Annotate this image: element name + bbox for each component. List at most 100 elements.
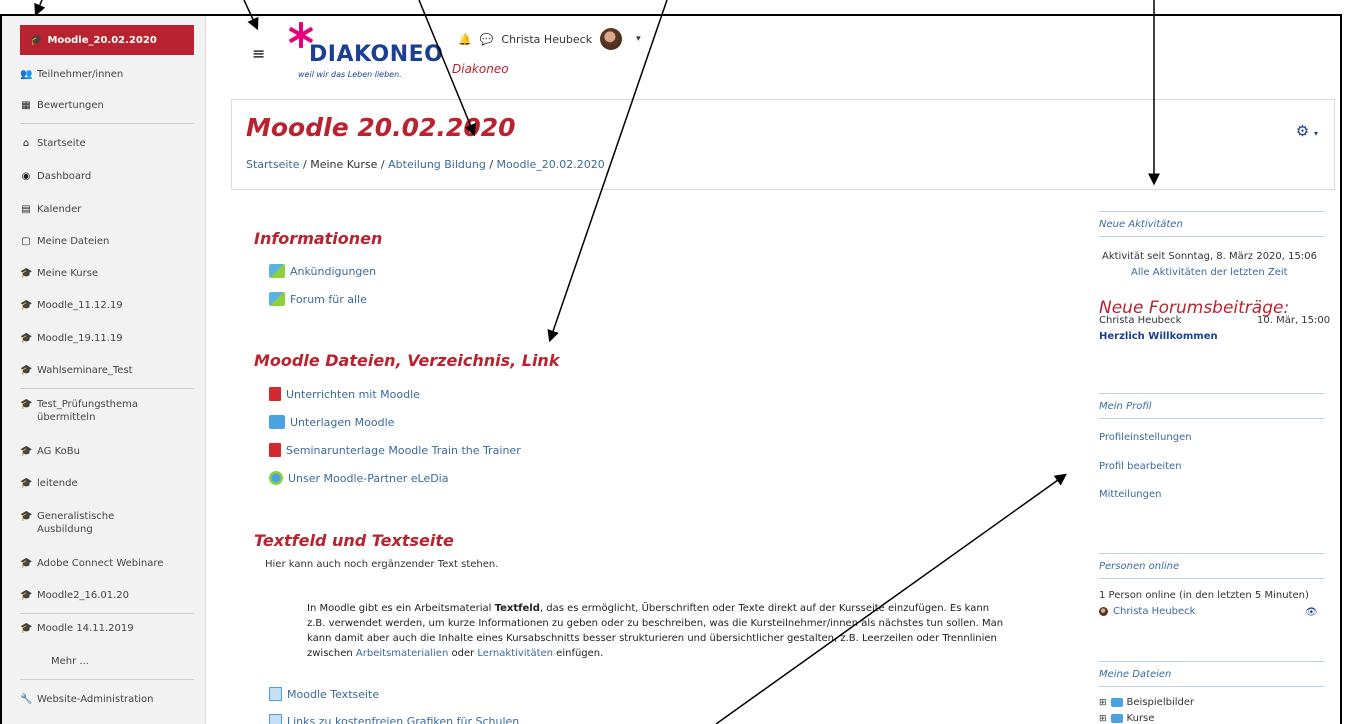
block-title: Mein Profil (1099, 401, 1152, 412)
edit-profile-link[interactable]: Profil bearbeiten (1099, 461, 1182, 472)
breadcrumb-link[interactable]: Startseite (246, 158, 300, 171)
recent-since: Aktivität seit Sonntag, 8. März 2020, 15… (1102, 251, 1317, 262)
activity-file[interactable]: Seminarunterlage Moodle Train the Traine… (269, 443, 521, 457)
tree-item-folder[interactable]: ⊞ Beispielbilder (1099, 697, 1194, 708)
sidebar-item-active-course[interactable]: 🎓 Moodle_20.02.2020 (20, 25, 194, 55)
block-divider (1099, 418, 1324, 419)
sidebar-item-home[interactable]: ⌂ Startseite (20, 137, 194, 150)
sidebar-item-course[interactable]: 🎓 leitende (20, 477, 194, 490)
tree-item-folder[interactable]: ⊞ Kurse (1099, 713, 1154, 724)
sidebar-item-course[interactable]: 🎓 Moodle 14.11.2019 (20, 622, 194, 635)
avatar (1099, 607, 1108, 616)
forum-icon (269, 292, 285, 306)
block-divider (1099, 211, 1324, 212)
graduation-cap-icon: 🎓 (30, 34, 43, 46)
home-icon: ⌂ (22, 138, 30, 149)
sidebar-item-course[interactable]: 🎓 Moodle_11.12.19 (20, 299, 194, 312)
hamburger-menu-icon[interactable]: ≡ (252, 44, 265, 63)
online-user-link[interactable]: Christa Heubeck (1099, 606, 1195, 617)
expand-plus-icon[interactable]: ⊞ (1099, 714, 1107, 724)
activity-url[interactable]: Unser Moodle-Partner eLeDia (269, 471, 448, 485)
sidebar-item-course[interactable]: 🎓 Adobe Connect Webinare (20, 557, 194, 570)
gear-icon[interactable]: ⚙ ▾ (1296, 122, 1318, 140)
graduation-cap-icon: 🎓 (20, 268, 33, 279)
sidebar-item-label: Moodle_20.02.2020 (47, 34, 157, 46)
online-summary: 1 Person online (in den letzten 5 Minute… (1099, 590, 1309, 601)
logo-tagline: weil wir das Leben lieben. (298, 70, 402, 79)
dashboard-icon: ◉ (21, 171, 31, 182)
activity-page[interactable]: Links zu kostenfreien Grafiken für Schul… (269, 714, 519, 724)
section-summary: Hier kann auch noch ergänzender Text ste… (265, 559, 499, 570)
chat-bubble-icon[interactable]: 💬 (480, 33, 494, 46)
sidebar-item-course[interactable]: 🎓 Test_Prüfungsthema übermitteln (20, 398, 170, 424)
graduation-cap-icon: 🎓 (20, 511, 33, 522)
folder-icon (1110, 698, 1123, 707)
breadcrumb-link[interactable]: Meine Kurse (310, 158, 377, 171)
user-menu[interactable]: 🔔 💬 Christa Heubeck ▾ (458, 28, 641, 50)
page-icon (269, 687, 282, 701)
section-title: Moodle Dateien, Verzeichnis, Link (254, 351, 560, 370)
sidebar-divider (20, 679, 194, 680)
activity-forum-all[interactable]: Forum für alle (269, 292, 367, 306)
post-title-link[interactable]: Herzlich Willkommen (1099, 331, 1218, 342)
breadcrumb-link[interactable]: Abteilung Bildung (388, 158, 486, 171)
expand-plus-icon[interactable]: ⊞ (1099, 698, 1107, 708)
eye-icon[interactable]: 👁 (1305, 607, 1318, 618)
block-divider (1099, 553, 1324, 554)
sidebar-item-course[interactable]: 🎓 Moodle_19.11.19 (20, 332, 194, 345)
sidebar-item-my-files[interactable]: ▢ Meine Dateien (20, 235, 194, 248)
pdf-icon (269, 443, 281, 457)
graduation-cap-icon: 🎓 (20, 590, 33, 601)
post-date: 10. Mär, 15:00 (1257, 315, 1331, 326)
sidebar-item-course[interactable]: 🎓 Moodle2_16.01.20 (20, 589, 194, 602)
bell-icon[interactable]: 🔔 (458, 33, 472, 46)
graduation-cap-icon: 🎓 (20, 446, 33, 457)
link-resources[interactable]: Arbeitsmaterialien (356, 648, 448, 659)
block-title: Personen online (1099, 561, 1180, 572)
block-divider (1099, 393, 1324, 394)
activity-file[interactable]: Unterrichten mit Moodle (269, 387, 420, 401)
sidebar-item-grades[interactable]: ▦ Bewertungen (20, 99, 194, 112)
sidebar-item-more[interactable]: Mehr ... (51, 655, 225, 668)
all-recent-link[interactable]: Alle Aktivitäten der letzten Zeit (1131, 267, 1288, 278)
graduation-cap-icon: 🎓 (20, 300, 33, 311)
pdf-icon (269, 387, 281, 401)
link-activities[interactable]: Lernaktivitäten (477, 648, 553, 659)
forum-icon (269, 264, 285, 278)
graduation-cap-icon: 🎓 (20, 399, 33, 410)
annotation-arrow (34, 0, 46, 17)
user-name: Christa Heubeck (501, 32, 593, 46)
section-title: Informationen (254, 229, 383, 248)
page-header: Moodle 20.02.2020 Startseite / Meine Kur… (231, 99, 1335, 190)
sidebar-item-my-courses[interactable]: 🎓 Meine Kurse (20, 267, 194, 280)
messages-link[interactable]: Mitteilungen (1099, 489, 1161, 500)
block-divider (1099, 578, 1324, 579)
activity-forum-announcements[interactable]: Ankündigungen (269, 264, 376, 278)
profile-settings-link[interactable]: Profileinstellungen (1099, 432, 1192, 443)
block-divider (1099, 686, 1324, 687)
sidebar-item-course[interactable]: 🎓 Generalistische Ausbildung (20, 510, 150, 536)
sidebar-item-dashboard[interactable]: ◉ Dashboard (20, 170, 194, 183)
graduation-cap-icon: 🎓 (20, 623, 33, 634)
block-divider (1099, 661, 1324, 662)
sidebar-item-participants[interactable]: 👥 Teilnehmer/innen (20, 68, 194, 81)
sidebar-divider (20, 388, 194, 389)
users-icon: 👥 (20, 69, 33, 80)
sidebar-item-calendar[interactable]: ▤ Kalender (20, 203, 194, 216)
folder-icon (269, 415, 285, 429)
table-icon: ▦ (21, 100, 31, 111)
breadcrumb-link[interactable]: Moodle_20.02.2020 (497, 158, 605, 171)
activity-folder[interactable]: Unterlagen Moodle (269, 415, 394, 429)
block-divider (1099, 236, 1324, 237)
activity-page[interactable]: Moodle Textseite (269, 687, 379, 701)
calendar-icon: ▤ (21, 204, 31, 215)
block-title: Neue Aktivitäten (1099, 219, 1183, 230)
globe-link-icon (269, 471, 283, 485)
sidebar-item-course[interactable]: 🎓 Wahlseminare_Test (20, 364, 194, 377)
sidebar-item-course[interactable]: 🎓 AG KoBu (20, 445, 194, 458)
section-title: Textfeld und Textseite (254, 531, 454, 550)
caret-down-icon[interactable]: ▾ (636, 34, 641, 44)
graduation-cap-icon: 🎓 (20, 478, 33, 489)
sidebar-item-site-admin[interactable]: 🔧 Website-Administration (20, 693, 194, 706)
logo-wordmark: DIAKONEO (309, 42, 444, 67)
